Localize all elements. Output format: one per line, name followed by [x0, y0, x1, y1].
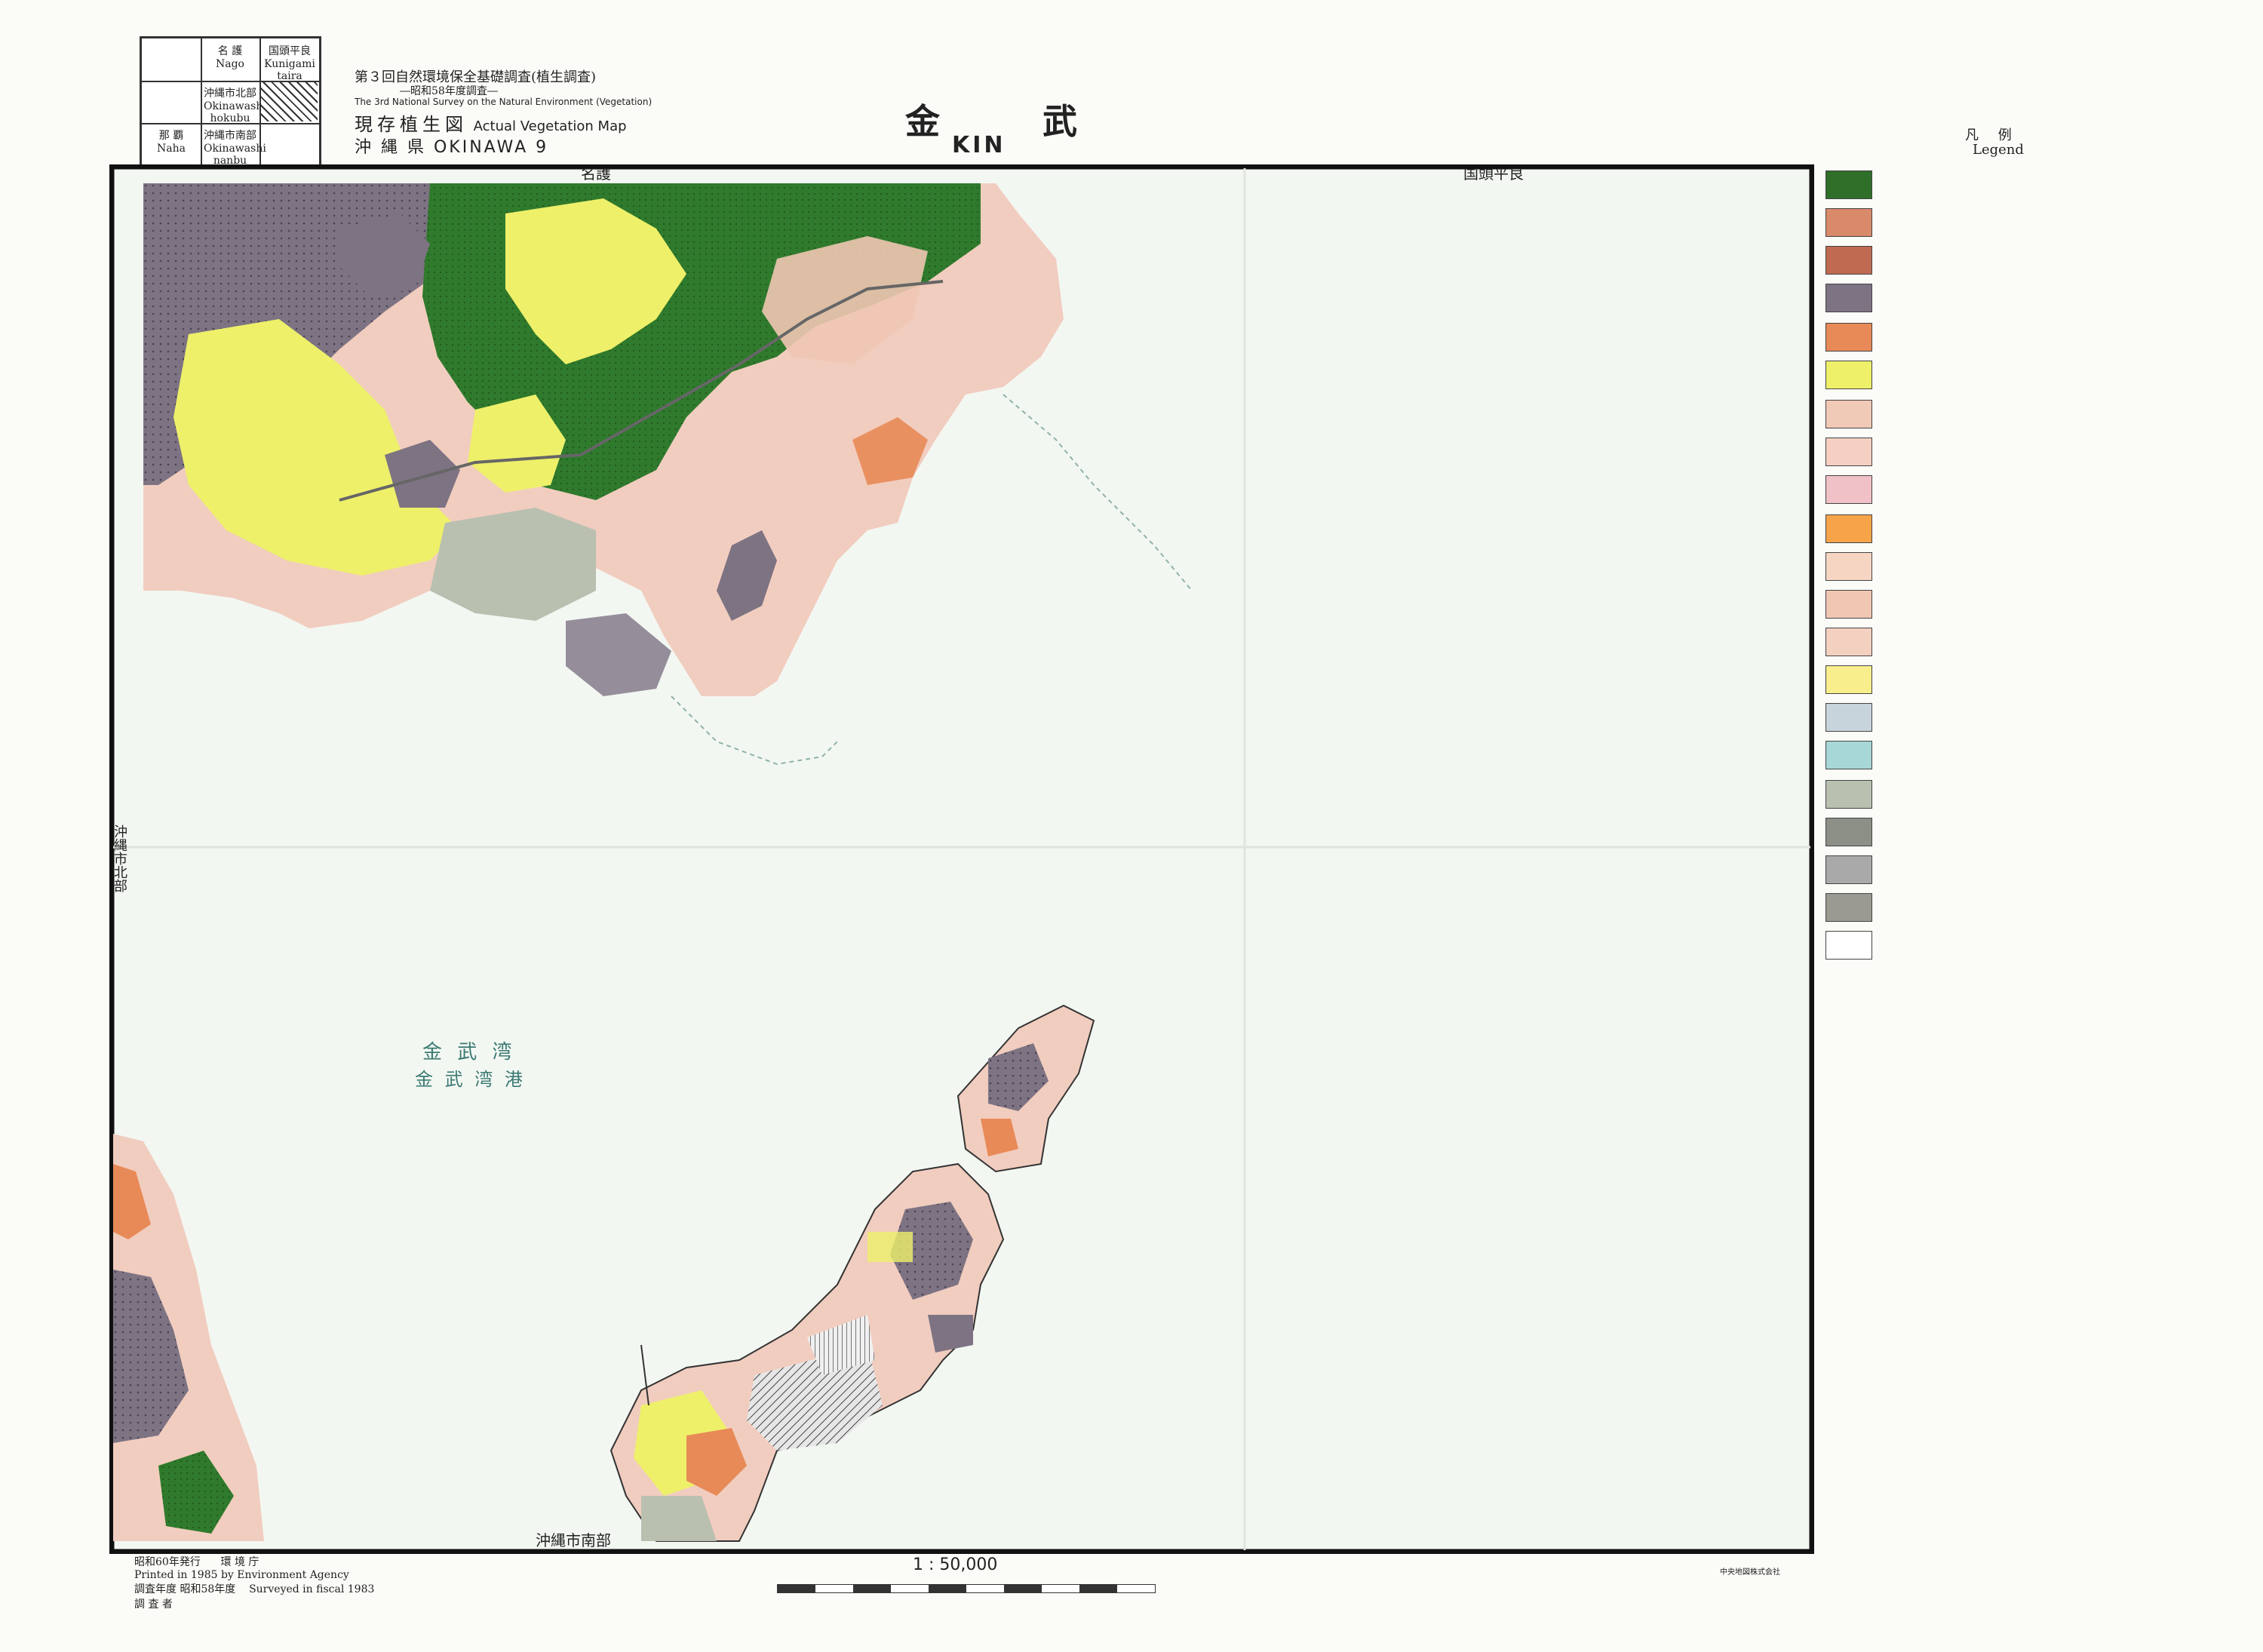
legend-title-en: Legend [1973, 142, 2024, 158]
legend-swatch [1825, 246, 1872, 275]
legend-swatch [1825, 514, 1872, 543]
legend-item [1825, 741, 2248, 769]
map-type-jp: 現存植生図 [355, 114, 468, 135]
footer-published: 昭和60年発行 環 境 庁 [134, 1554, 527, 1569]
legend-swatch [1825, 628, 1872, 656]
prefecture: 沖 縄 県 OKINAWA 9 [355, 138, 549, 157]
legend-swatch [1825, 818, 1872, 846]
legend-swatch [1825, 780, 1872, 809]
legend-swatch [1825, 438, 1872, 466]
legend-item [1825, 780, 2248, 809]
legend-swatch [1825, 931, 1872, 960]
legend-item [1825, 170, 2248, 199]
legend-swatch [1825, 361, 1872, 389]
map-type-en: Actual Vegetation Map [473, 118, 627, 134]
index-cell-this-sheet [261, 82, 318, 121]
scale-text: 1 : 50,000 [913, 1555, 998, 1574]
legend-item [1825, 855, 2248, 884]
index-cell-okinawa-hokubu: 沖縄市北部 Okinawashi hokubu [204, 88, 266, 124]
vegetation-map: 名護 国頭平良 沖縄市南部 金 武 湾 金 武 湾 港 [112, 164, 1812, 1552]
footer-surveyed: 調査年度 昭和58年度 Surveyed in fiscal 1983 [134, 1581, 527, 1596]
legend-swatch [1825, 475, 1872, 504]
index-cell-kunigami: 国頭平良 Kunigami taira [264, 45, 315, 82]
legend-swatch [1825, 552, 1872, 581]
index-cell-naha: 那 覇 Naha [157, 130, 186, 155]
legend-panel [1825, 164, 2248, 1432]
legend-item [1825, 514, 2248, 543]
map-type: 現存植生図 Actual Vegetation Map [355, 109, 627, 136]
legend-swatch [1825, 665, 1872, 694]
legend-item [1825, 552, 2248, 581]
legend-item [1825, 438, 2248, 466]
legend-item [1825, 931, 2248, 960]
legend-section-4 [1825, 514, 2248, 769]
footer-printed: Printed in 1985 by Environment Agency [134, 1569, 527, 1581]
legend-item [1825, 590, 2248, 619]
legend-swatch [1825, 590, 1872, 619]
legend-swatch [1825, 170, 1872, 199]
legend-item [1825, 246, 2248, 275]
sheet-title-jp: 金 武 [905, 101, 1123, 142]
map-label-top-left: 名護 [581, 168, 611, 183]
sheet-title-en: KIN [952, 132, 1006, 158]
footer-block: 昭和60年発行 環 境 庁 Printed in 1985 by Environ… [134, 1554, 527, 1611]
legend-swatch [1825, 741, 1872, 769]
map-label-left-upper: 沖縄市北部 [112, 824, 127, 892]
legend-item [1825, 475, 2248, 504]
scale-bar [777, 1584, 1156, 1593]
footer-printed-label: Printed in 1985 by [134, 1569, 234, 1581]
index-box: 名 護 Nago 国頭平良 Kunigami taira 沖縄市北部 Okina… [140, 36, 321, 167]
map-label-bottom: 沖縄市南部 [536, 1531, 611, 1549]
legend-swatch [1825, 323, 1872, 352]
legend-section-2 [1825, 323, 2248, 389]
legend-item [1825, 665, 2248, 694]
legend-section-5 [1825, 780, 2248, 960]
legend-item [1825, 323, 2248, 352]
index-cell-okinawa-nanbu: 沖縄市南部 Okinawashi nanbu [204, 130, 266, 167]
map-label-top-right: 国頭平良 [1463, 168, 1524, 183]
legend-item [1825, 818, 2248, 846]
map-label-bay-2: 金 武 湾 港 [415, 1069, 526, 1090]
legend-swatch [1825, 400, 1872, 428]
legend-section-3 [1825, 400, 2248, 504]
footer-surveyed-en: Surveyed in fiscal 1983 [249, 1583, 375, 1595]
footer-surveyor: 調 査 者 [134, 1598, 173, 1611]
legend-swatch [1825, 855, 1872, 884]
legend-item [1825, 893, 2248, 922]
footer-publisher-jp: 環 境 庁 [220, 1556, 259, 1568]
survey-en: The 3rd National Survey on the Natural E… [355, 97, 652, 107]
legend-item [1825, 284, 2248, 312]
legend-item [1825, 361, 2248, 389]
legend-swatch [1825, 893, 1872, 922]
legend-swatch [1825, 284, 1872, 312]
legend-swatch [1825, 208, 1872, 237]
legend-item [1825, 703, 2248, 732]
footer-publisher-en: Environment Agency [237, 1569, 349, 1581]
index-cell-nago: 名 護 Nago [216, 45, 244, 70]
map-label-bay-1: 金 武 湾 [422, 1041, 517, 1064]
legend-item [1825, 628, 2248, 656]
footer-published-label: 昭和60年発行 [134, 1556, 201, 1568]
legend-item [1825, 208, 2248, 237]
map-frame: 名護 国頭平良 沖縄市南部 金 武 湾 金 武 湾 港 沖縄市北部 [109, 164, 1814, 1554]
footer-surveyed-jp: 調査年度 昭和58年度 [134, 1583, 236, 1595]
legend-item [1825, 400, 2248, 428]
printer-info: 中央地図株式会社 [1720, 1568, 1780, 1577]
survey-year: ―昭和58年度調査― [400, 85, 498, 97]
legend-swatch [1825, 703, 1872, 732]
legend-section-1 [1825, 170, 2248, 312]
